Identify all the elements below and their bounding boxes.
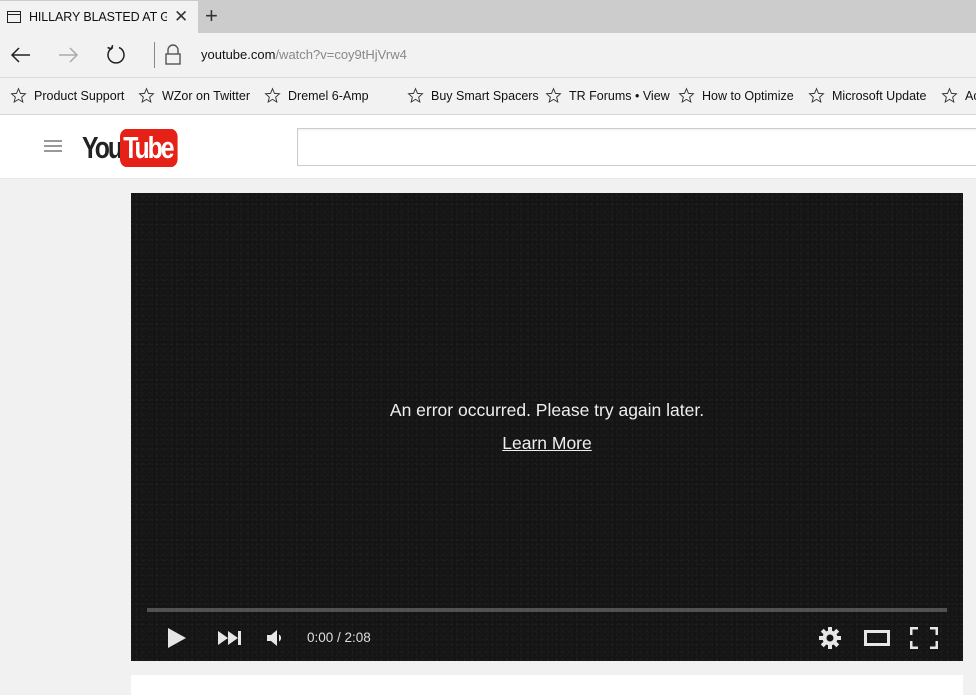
favorite-item[interactable]: TR Forums • View <box>545 87 670 104</box>
volume-button[interactable] <box>264 625 286 651</box>
settings-button[interactable] <box>817 625 843 651</box>
lock-icon <box>165 44 181 65</box>
address-bar[interactable]: youtube.com/watch?v=coy9tHjVrw4 <box>201 47 407 62</box>
forward-button[interactable] <box>55 42 81 68</box>
favorite-item[interactable]: Dremel 6-Amp <box>264 87 369 104</box>
youtube-header: You Tube <box>0 115 976 179</box>
favorite-item[interactable]: Microsoft Update <box>808 87 926 104</box>
favorite-item[interactable]: Product Support <box>10 87 124 104</box>
gear-icon <box>819 627 841 649</box>
url-path: /watch?v=coy9tHjVrw4 <box>275 47 407 62</box>
back-button[interactable] <box>8 42 34 68</box>
browser-tab[interactable]: HILLARY BLASTED AT GI ✕ <box>0 1 198 33</box>
theater-mode-button[interactable] <box>863 625 891 651</box>
star-icon <box>10 87 27 104</box>
logo-you: You <box>82 130 123 165</box>
page-icon <box>7 11 21 23</box>
refresh-button[interactable] <box>103 42 129 68</box>
menu-icon[interactable] <box>44 140 62 154</box>
tab-title: HILLARY BLASTED AT GI <box>29 10 167 24</box>
fullscreen-icon <box>910 627 938 649</box>
star-icon <box>545 87 562 104</box>
theater-mode-icon <box>864 630 890 646</box>
arrow-right-icon <box>59 47 79 63</box>
favorites-bar: Product Support WZor on Twitter Dremel 6… <box>0 78 976 115</box>
search-input[interactable] <box>297 128 976 166</box>
star-icon <box>264 87 281 104</box>
youtube-logo[interactable]: You Tube <box>82 128 192 168</box>
next-icon <box>218 631 241 645</box>
url-domain: youtube.com <box>201 47 276 62</box>
tab-strip: HILLARY BLASTED AT GI ✕ + <box>0 0 976 33</box>
star-icon <box>138 87 155 104</box>
video-info-panel <box>131 675 963 695</box>
refresh-icon <box>107 44 125 64</box>
time-display: 0:00 / 2:08 <box>307 630 371 645</box>
favorite-item[interactable]: Buy Smart Spacers <box>407 87 539 104</box>
play-button[interactable] <box>163 625 189 651</box>
address-toolbar: youtube.com/watch?v=coy9tHjVrw4 <box>0 33 976 78</box>
logo-tube: Tube <box>120 129 178 167</box>
next-button[interactable] <box>215 625 245 651</box>
arrow-left-icon <box>10 47 30 63</box>
video-player[interactable]: An error occurred. Please try again late… <box>131 193 963 661</box>
new-tab-button[interactable]: + <box>205 4 218 28</box>
fullscreen-button[interactable] <box>909 625 939 651</box>
close-tab-icon[interactable]: ✕ <box>174 8 188 26</box>
star-icon <box>808 87 825 104</box>
star-icon <box>407 87 424 104</box>
favorite-item[interactable]: Ac <box>941 87 976 104</box>
volume-icon <box>267 630 282 646</box>
toolbar-divider <box>154 42 155 68</box>
progress-bar[interactable] <box>147 608 947 612</box>
star-icon <box>678 87 695 104</box>
learn-more-link[interactable]: Learn More <box>502 433 592 453</box>
play-icon <box>168 628 186 648</box>
favorite-item[interactable]: WZor on Twitter <box>138 87 250 104</box>
star-icon <box>941 87 958 104</box>
error-message: An error occurred. Please try again late… <box>389 400 705 420</box>
favorite-item[interactable]: How to Optimize <box>678 87 794 104</box>
